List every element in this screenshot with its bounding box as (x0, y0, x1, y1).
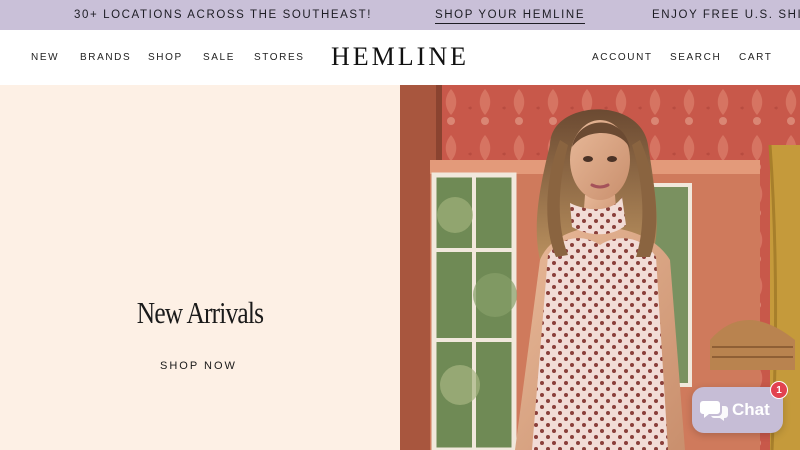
chat-unread-badge: 1 (770, 381, 788, 399)
hero-title: New Arrivals (136, 295, 264, 330)
chat-bubbles-icon (700, 398, 728, 427)
nav-item-search[interactable]: SEARCH (670, 52, 721, 63)
announcement-locations: 30+ LOCATIONS ACROSS THE SOUTHEAST! (74, 9, 373, 21)
announcement-shop-link[interactable]: SHOP YOUR HEMLINE (435, 9, 586, 24)
hero-text-panel: New Arrivals SHOP NOW (0, 85, 400, 450)
announcement-bar: 30+ LOCATIONS ACROSS THE SOUTHEAST! SHOP… (0, 0, 800, 30)
shop-now-button[interactable]: SHOP NOW (160, 360, 237, 372)
announcement-shipping: ENJOY FREE U.S. SHIPPING (652, 9, 800, 21)
chat-button[interactable]: Chat (692, 387, 783, 433)
chat-label: Chat (732, 400, 770, 419)
nav-item-cart[interactable]: CART (739, 52, 772, 63)
nav-item-account[interactable]: ACCOUNT (592, 52, 653, 63)
site-header: NEW BRANDS SHOP SALE STORES HEMLINE ACCO… (0, 30, 800, 85)
